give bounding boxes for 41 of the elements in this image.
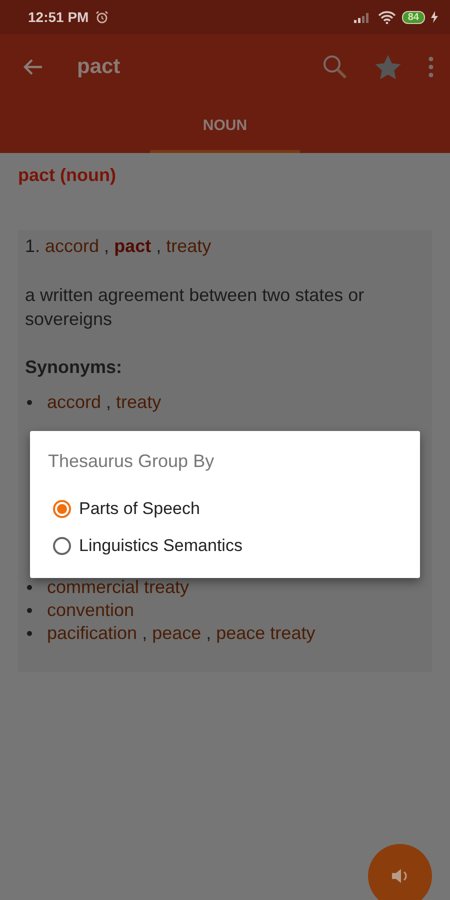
more-icon[interactable] <box>428 56 434 78</box>
word-link[interactable]: treaty <box>116 392 162 413</box>
app-bar-title: pact <box>77 55 120 79</box>
radio-button[interactable] <box>53 500 71 518</box>
word-link[interactable]: peace treaty <box>216 623 316 644</box>
bullet-dot <box>27 631 32 636</box>
word-link[interactable]: treaty <box>166 236 212 257</box>
word-link[interactable]: peace <box>152 623 202 644</box>
word-link[interactable]: pacification <box>47 623 138 644</box>
speaker-button[interactable] <box>368 844 432 900</box>
separator-text: , <box>206 623 212 644</box>
entry-heading: pact (noun) <box>18 165 117 186</box>
separator-text: , <box>142 623 148 644</box>
word-link[interactable]: commercial treaty <box>47 577 190 598</box>
definition-text: a written agreement between two states or sovereigns <box>25 284 366 331</box>
battery-level: 84 <box>402 10 425 24</box>
dialog-title: Thesaurus Group By <box>48 451 216 472</box>
star-icon[interactable] <box>374 54 402 80</box>
bullet-dot <box>27 585 32 590</box>
noun-tab[interactable]: NOUN <box>150 100 300 153</box>
status-time: 12:51 PM <box>28 9 89 25</box>
charging-icon <box>431 11 438 23</box>
word-link[interactable]: accord <box>47 392 102 413</box>
word-link[interactable]: accord <box>45 236 100 257</box>
separator-text: , <box>156 236 162 257</box>
radio-button[interactable] <box>53 536 71 554</box>
bullet-dot <box>27 400 32 405</box>
back-arrow-icon[interactable] <box>23 58 43 76</box>
word-link[interactable]: convention <box>47 600 134 621</box>
bullet-dot <box>27 608 32 613</box>
speaker-icon <box>390 866 410 886</box>
synonyms-label: Synonyms: <box>25 357 124 378</box>
sense-number: 1. <box>25 236 40 257</box>
current-word: pact <box>114 236 152 257</box>
option-label[interactable]: Parts of Speech <box>79 498 200 518</box>
separator-text: , <box>104 236 110 257</box>
option-label[interactable]: Linguistics Semantics <box>79 536 242 556</box>
alarm-clock-icon <box>94 10 109 24</box>
search-icon[interactable] <box>322 54 348 80</box>
separator-text: , <box>106 392 112 413</box>
wifi-icon <box>378 10 396 24</box>
